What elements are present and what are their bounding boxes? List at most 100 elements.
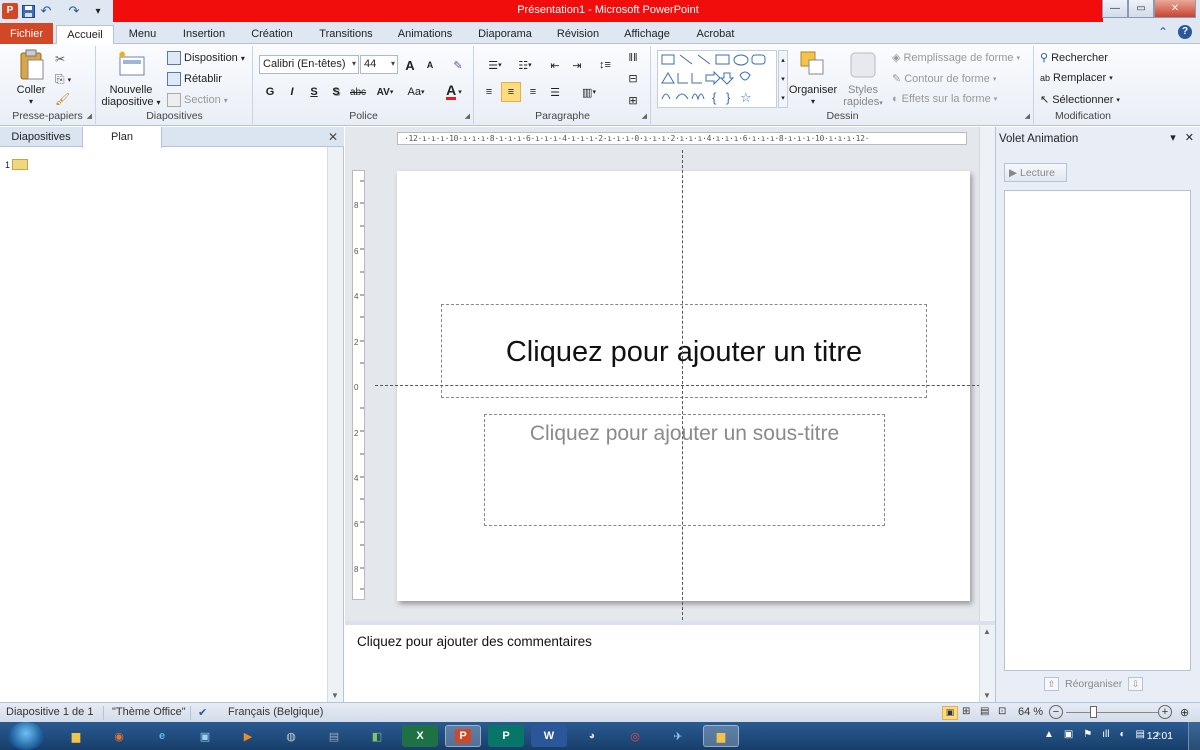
tab-insert[interactable]: Insertion: [176, 25, 232, 44]
show-desktop-button[interactable]: [1188, 722, 1200, 750]
clipboard-launcher-icon[interactable]: ◢: [87, 112, 92, 120]
explorer-icon[interactable]: ▆: [58, 725, 94, 747]
app-tray-icon[interactable]: ◐: [1120, 729, 1126, 740]
select-button[interactable]: ↖ Sélectionner ▾: [1040, 93, 1120, 107]
network-icon[interactable]: ıll: [1102, 729, 1109, 740]
clock[interactable]: 12:01: [1147, 730, 1173, 742]
save-button[interactable]: [20, 3, 36, 19]
redo-button[interactable]: ↷: [66, 3, 82, 19]
decrease-indent-button[interactable]: ⇤: [545, 55, 565, 75]
paragraph-launcher-icon[interactable]: ◢: [642, 112, 647, 120]
font-launcher-icon[interactable]: ◢: [465, 112, 470, 120]
quick-styles-button[interactable]: Styles rapides▾: [840, 49, 886, 110]
scroll-up-icon[interactable]: ▲: [983, 627, 991, 636]
close-pane-icon[interactable]: ✕: [1185, 131, 1194, 144]
tab-view[interactable]: Affichage: [616, 25, 678, 44]
tab-home[interactable]: Accueil: [56, 25, 114, 45]
tab-file[interactable]: Fichier: [0, 23, 53, 44]
slide-sorter-icon[interactable]: ⊞: [962, 706, 970, 717]
minimize-button[interactable]: —: [1102, 0, 1128, 18]
tab-slideshow[interactable]: Diaporama: [470, 25, 540, 44]
gimp-icon[interactable]: ◕: [574, 725, 610, 747]
animation-list[interactable]: [1004, 190, 1191, 671]
shrink-font-button[interactable]: A: [420, 55, 440, 75]
start-button[interactable]: [8, 722, 44, 750]
zoom-out-button[interactable]: −: [1049, 705, 1063, 719]
word-icon[interactable]: W: [531, 725, 567, 747]
columns-button[interactable]: ▥ ▾: [575, 82, 603, 102]
app-icon[interactable]: ◧: [359, 725, 395, 747]
reset-button[interactable]: Rétablir: [167, 72, 222, 86]
increase-indent-button[interactable]: ⇥: [567, 55, 587, 75]
app-icon[interactable]: ✈: [660, 725, 696, 747]
undo-button[interactable]: ↶: [38, 3, 54, 19]
publisher-icon[interactable]: P: [488, 725, 524, 747]
tab-review[interactable]: Révision: [550, 25, 606, 44]
zoom-in-button[interactable]: +: [1158, 705, 1172, 719]
tab-animations[interactable]: Animations: [390, 25, 460, 44]
notes-placeholder[interactable]: Cliquez pour ajouter des commentaires: [357, 634, 592, 649]
format-painter-button[interactable]: 🖌: [55, 92, 70, 106]
clear-format-button[interactable]: ✎: [448, 55, 468, 75]
align-left-button[interactable]: ≡: [479, 82, 499, 102]
strikethrough-button[interactable]: abc: [348, 82, 368, 102]
tab-menu[interactable]: Menu: [120, 25, 165, 44]
replace-button[interactable]: ab Remplacer ▾: [1040, 72, 1113, 84]
tab-transitions[interactable]: Transitions: [312, 25, 380, 44]
play-button[interactable]: ▶ Lecture: [1004, 163, 1067, 182]
app-tray-icon[interactable]: ▤: [1136, 729, 1145, 740]
shape-fill-button[interactable]: ◈ Remplissage de forme ▾: [892, 51, 1020, 65]
move-up-icon[interactable]: ⇧: [1044, 677, 1059, 691]
app-icon[interactable]: ▤: [316, 725, 352, 747]
shapes-gallery-scroll[interactable]: ▴ ▾ ▾: [778, 50, 788, 108]
internet-explorer-icon[interactable]: e: [144, 725, 180, 747]
fit-to-window-icon[interactable]: ⊕: [1180, 706, 1189, 719]
font-color-button[interactable]: A ▾: [440, 82, 468, 102]
slideshow-view-icon[interactable]: ⊡: [998, 706, 1006, 717]
numbering-button[interactable]: ☷ ▾: [511, 55, 539, 75]
notes-pane[interactable]: Cliquez pour ajouter des commentaires ▲ …: [345, 621, 995, 702]
zoom-slider-thumb[interactable]: [1090, 706, 1097, 718]
tab-slides[interactable]: Diapositives: [0, 127, 82, 147]
shape-effects-button[interactable]: ◐ Effets sur la forme ▾: [892, 93, 997, 105]
underline-button[interactable]: S: [304, 82, 324, 102]
close-pane-icon[interactable]: ✕: [328, 130, 338, 144]
font-size-combo[interactable]: 44 ▾: [360, 55, 398, 74]
move-down-icon[interactable]: ⇩: [1128, 677, 1144, 691]
tray-arrow-icon[interactable]: ▲: [1044, 729, 1054, 740]
collapse-ribbon-icon[interactable]: ⌃: [1158, 25, 1168, 39]
outline-slide-entry[interactable]: 1: [5, 159, 29, 170]
tray-app-icon[interactable]: ▣: [1064, 729, 1073, 740]
new-slide-button[interactable]: ✹ Nouvelle diapositive ▾: [99, 49, 163, 109]
bold-button[interactable]: G: [260, 82, 280, 102]
arrange-button[interactable]: Organiser ▾: [788, 49, 838, 108]
notes-scrollbar[interactable]: ▲ ▼: [979, 625, 995, 702]
align-right-button[interactable]: ≡: [523, 82, 543, 102]
shapes-gallery[interactable]: { } ☆: [657, 50, 777, 108]
app-icon[interactable]: ▣: [187, 725, 223, 747]
copy-button[interactable]: ⎘ ▾: [55, 72, 71, 87]
align-center-button[interactable]: ≡: [501, 82, 521, 102]
subtitle-placeholder[interactable]: Cliquez pour ajouter un sous-titre: [484, 414, 885, 526]
find-button[interactable]: ⚲ Rechercher: [1040, 51, 1108, 65]
app-icon[interactable]: ▆: [703, 725, 739, 747]
title-placeholder[interactable]: Cliquez pour ajouter un titre: [441, 304, 927, 398]
tab-design[interactable]: Création: [244, 25, 300, 44]
shape-outline-button[interactable]: ✎ Contour de forme ▾: [892, 72, 996, 86]
excel-icon[interactable]: X: [402, 725, 438, 747]
firefox-icon[interactable]: ◉: [101, 725, 137, 747]
normal-view-icon[interactable]: ▣: [942, 706, 958, 720]
zoom-level[interactable]: 64 %: [1018, 706, 1043, 718]
chrome-icon[interactable]: ◎: [617, 725, 653, 747]
theme-status[interactable]: "Thème Office": [112, 706, 186, 718]
reading-view-icon[interactable]: ▤: [980, 706, 989, 717]
italic-button[interactable]: I: [282, 82, 302, 102]
scroll-down-icon[interactable]: ▼: [331, 691, 339, 700]
flag-icon[interactable]: ⚑: [1083, 729, 1092, 740]
scroll-down-icon[interactable]: ▼: [983, 691, 991, 700]
section-button[interactable]: Section ▾: [167, 93, 228, 107]
font-name-combo[interactable]: Calibri (En-têtes) ▾: [259, 55, 359, 74]
text-direction-button[interactable]: ǁǁ: [623, 48, 643, 68]
pane-options-icon[interactable]: ▾: [1170, 131, 1176, 144]
change-case-button[interactable]: Aa ▾: [402, 82, 430, 102]
